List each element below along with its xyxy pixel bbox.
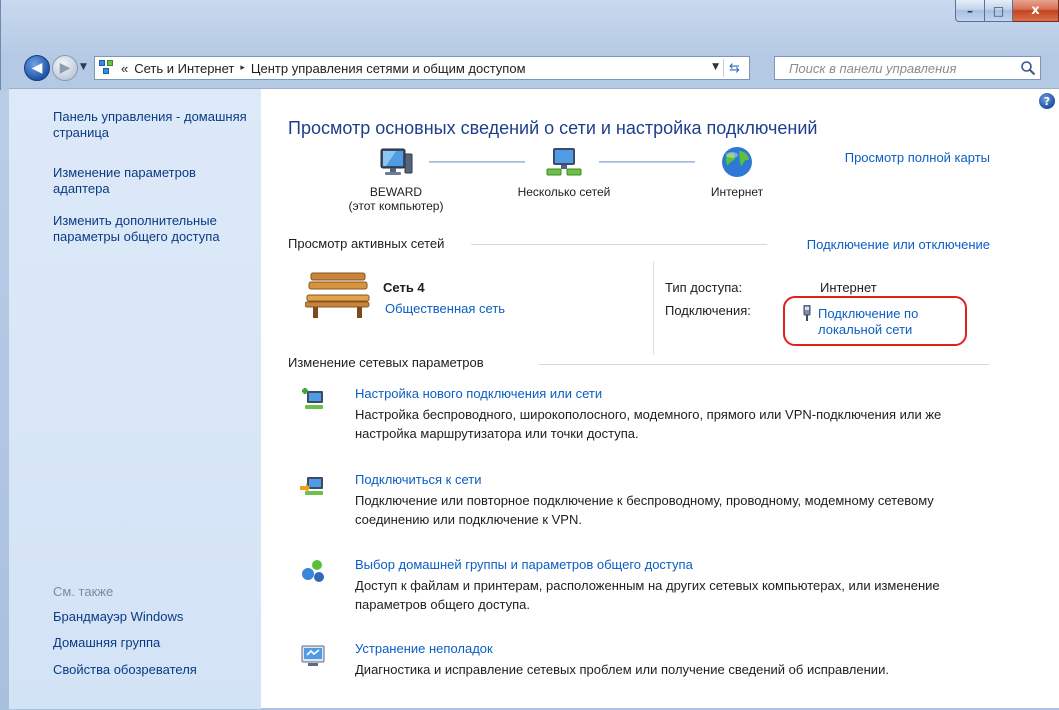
sidebar-link-adapter-settings[interactable]: Изменение параметров адаптера — [53, 165, 253, 197]
navigation-bar: ◀ ▶ ▼ « Сеть и Интернет ▸ Центр управлен… — [18, 52, 1059, 82]
network-center-icon — [99, 60, 115, 76]
sidebar-link-firewall[interactable]: Брандмауэр Windows — [53, 609, 253, 625]
maximize-icon: □ — [992, 3, 1005, 18]
window-left-border — [0, 90, 9, 710]
task-new-connection-link[interactable]: Настройка нового подключения или сети — [355, 386, 602, 401]
sidebar-link-homegroup[interactable]: Домашняя группа — [53, 635, 253, 651]
access-type-label: Тип доступа: — [665, 280, 743, 295]
connect-disconnect-link[interactable]: Подключение или отключение — [807, 237, 990, 252]
minimize-button[interactable]: – — [955, 0, 985, 22]
connections-label: Подключения: — [665, 303, 751, 318]
multiple-networks-icon — [546, 148, 582, 176]
sidebar-link-internet-options[interactable]: Свойства обозревателя — [53, 662, 253, 678]
troubleshoot-icon — [301, 645, 325, 666]
section-divider — [539, 364, 989, 365]
see-also-heading: См. также — [53, 584, 114, 599]
network-type-link[interactable]: Общественная сеть — [385, 301, 505, 316]
breadcrumb-network-internet[interactable]: Сеть и Интернет — [134, 61, 234, 76]
breadcrumb-overflow[interactable]: « — [121, 61, 128, 76]
access-type-value: Интернет — [820, 280, 877, 295]
sidebar-link-control-panel-home[interactable]: Панель управления - домашняя страница — [53, 109, 253, 141]
task-new-connection-desc: Настройка беспроводного, широкополосного… — [355, 407, 942, 441]
search-box[interactable]: Поиск в панели управления — [774, 56, 1041, 80]
view-full-map-link[interactable]: Просмотр полной карты — [845, 150, 990, 165]
close-button[interactable]: x — [1013, 0, 1059, 22]
change-settings-heading: Изменение сетевых параметров — [288, 355, 484, 370]
computer-subtitle: (этот компьютер) — [348, 199, 444, 213]
refresh-button[interactable]: ⇆ — [723, 59, 745, 77]
address-bar[interactable]: « Сеть и Интернет ▸ Центр управления сет… — [94, 56, 750, 80]
globe-icon — [722, 147, 752, 177]
network-info-divider — [653, 261, 654, 355]
task-troubleshoot-link[interactable]: Устранение неполадок — [355, 641, 493, 656]
sidebar-link-sharing-settings[interactable]: Изменить дополнительные параметры общего… — [53, 213, 253, 245]
arrow-right-icon: ▶ — [59, 60, 71, 76]
address-dropdown[interactable]: ▼ — [712, 62, 719, 72]
map-node-computer[interactable]: BEWARD (этот компьютер) — [348, 145, 444, 213]
help-icon[interactable]: ? — [1039, 93, 1055, 109]
task-homegroup-link[interactable]: Выбор домашней группы и параметров общег… — [355, 557, 693, 572]
task-connect-network-link[interactable]: Подключиться к сети — [355, 472, 481, 487]
task-troubleshoot-desc: Диагностика и исправление сетевых пробле… — [355, 662, 889, 677]
annotation-highlight — [783, 296, 967, 346]
breadcrumb-separator[interactable]: ▸ — [240, 63, 245, 73]
computer-name: BEWARD — [369, 185, 423, 199]
caption-buttons: – □ x — [955, 0, 1059, 22]
search-input[interactable]: Поиск в панели управления — [789, 61, 956, 76]
networks-label: Несколько сетей — [517, 185, 611, 199]
minimize-icon: – — [967, 3, 973, 18]
map-node-networks[interactable]: Несколько сетей — [489, 145, 639, 199]
public-network-bench-icon[interactable] — [305, 269, 371, 319]
active-networks-heading: Просмотр активных сетей — [288, 236, 445, 251]
close-icon: x — [1031, 3, 1040, 18]
homegroup-icon — [302, 560, 324, 582]
connect-network-icon — [300, 477, 323, 495]
task-connect-network-desc: Подключение или повторное подключение к … — [355, 493, 934, 527]
map-node-internet[interactable]: Интернет — [697, 145, 777, 199]
task-homegroup-desc: Доступ к файлам и принтерам, расположенн… — [355, 578, 940, 612]
computer-icon — [380, 148, 413, 175]
internet-label: Интернет — [710, 185, 764, 199]
content-area: Панель управления - домашняя страница Из… — [9, 88, 1059, 709]
forward-button[interactable]: ▶ — [52, 55, 78, 81]
section-divider — [471, 244, 767, 245]
back-button[interactable]: ◀ — [24, 55, 50, 81]
arrow-left-icon: ◀ — [31, 60, 43, 76]
network-name: Сеть 4 — [383, 280, 425, 295]
maximize-button[interactable]: □ — [985, 0, 1013, 22]
page-title: Просмотр основных сведений о сети и наст… — [288, 118, 818, 138]
new-connection-icon — [302, 388, 323, 409]
recent-pages-dropdown[interactable]: ▼ — [80, 62, 87, 72]
breadcrumb-network-center[interactable]: Центр управления сетями и общим доступом — [251, 61, 526, 76]
search-icon[interactable] — [1020, 60, 1036, 76]
sidebar: Панель управления - домашняя страница Из… — [9, 89, 261, 709]
